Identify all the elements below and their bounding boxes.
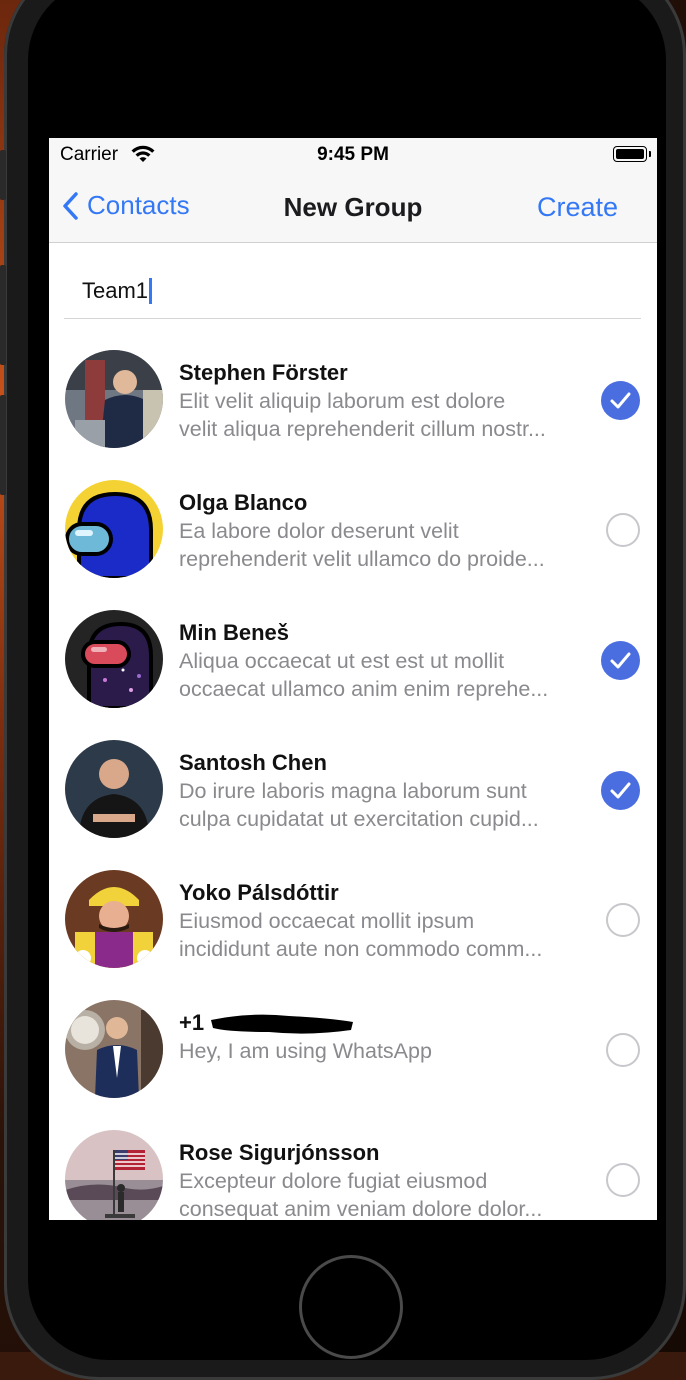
status-line-1: Excepteur dolore fugiat eiusmod xyxy=(179,1169,488,1193)
mute-switch xyxy=(0,150,6,200)
volume-up-button xyxy=(0,265,6,365)
contact-name: Rose Sigurjónsson xyxy=(179,1140,380,1165)
group-name-input[interactable]: Team1 xyxy=(82,278,153,304)
selected-checkbox[interactable] xyxy=(601,771,640,810)
contact-status: Excepteur dolore fugiat eiusmod consequa… xyxy=(179,1167,594,1220)
contact-name: Santosh Chen xyxy=(179,750,327,775)
avatar xyxy=(65,1130,163,1220)
status-line-2: consequat anim veniam dolore dolor... xyxy=(179,1197,543,1220)
battery-icon xyxy=(613,146,647,162)
contact-name: +1 xyxy=(179,1010,205,1035)
status-line-1: Hey, I am using WhatsApp xyxy=(179,1039,432,1063)
selected-checkbox[interactable] xyxy=(601,381,640,420)
avatar xyxy=(65,350,163,448)
selected-checkbox[interactable] xyxy=(601,641,640,680)
unselected-checkbox[interactable] xyxy=(606,1163,640,1197)
checkmark-icon xyxy=(610,392,631,409)
status-line-1: Elit velit aliquip laborum est dolore xyxy=(179,389,506,413)
battery-tip xyxy=(649,151,651,157)
status-line-2: incididunt aute non commodo comm... xyxy=(179,937,543,961)
group-name-field[interactable]: Team1 xyxy=(64,243,641,319)
unselected-checkbox[interactable] xyxy=(606,903,640,937)
redaction-scribble xyxy=(211,1014,353,1034)
checkmark-icon xyxy=(610,652,631,669)
contact-name: Stephen Förster xyxy=(179,360,348,385)
text-cursor xyxy=(149,278,153,304)
status-line-1: Aliqua occaecat ut est est ut mollit xyxy=(179,649,505,673)
contact-status: Hey, I am using WhatsApp xyxy=(179,1037,594,1065)
status-line-2: reprehenderit velit ullamco do proide... xyxy=(179,547,545,571)
contact-row[interactable]: Rose Sigurjónsson Excepteur dolore fugia… xyxy=(49,1098,657,1220)
status-line-2: velit aliqua reprehenderit cillum nostr.… xyxy=(179,417,546,441)
status-time: 9:45 PM xyxy=(317,144,389,165)
contact-row[interactable]: Min Beneš Aliqua occaecat ut est est ut … xyxy=(49,578,657,708)
contact-status: Elit velit aliquip laborum est dolore ve… xyxy=(179,387,594,443)
avatar xyxy=(65,1000,163,1098)
contact-row[interactable]: Santosh Chen Do irure laboris magna labo… xyxy=(49,708,657,838)
contact-status: Do irure laboris magna laborum sunt culp… xyxy=(179,777,594,833)
contact-name: Yoko Pálsdóttir xyxy=(179,880,339,905)
create-button[interactable]: Create xyxy=(537,192,618,223)
checkmark-icon xyxy=(610,782,631,799)
contact-row[interactable]: Olga Blanco Ea labore dolor deserunt vel… xyxy=(49,448,657,578)
app-screen: Carrier 9:45 PM Contacts New Group Creat… xyxy=(49,138,657,1220)
contact-status: Aliqua occaecat ut est est ut mollit occ… xyxy=(179,647,594,703)
contact-row[interactable]: +1 Hey, I am using WhatsApp xyxy=(49,968,657,1098)
status-line-1: Do irure laboris magna laborum sunt xyxy=(179,779,527,803)
contact-status: Ea labore dolor deserunt velit reprehend… xyxy=(179,517,594,573)
avatar xyxy=(65,740,163,838)
contact-name: Min Beneš xyxy=(179,620,290,645)
contact-row[interactable]: Stephen Förster Elit velit aliquip labor… xyxy=(49,318,657,448)
status-line-1: Ea labore dolor deserunt velit xyxy=(179,519,459,543)
status-line-2: occaecat ullamco anim enim reprehe... xyxy=(179,677,549,701)
status-line-1: Eiusmod occaecat mollit ipsum xyxy=(179,909,475,933)
contact-name: Olga Blanco xyxy=(179,490,308,515)
unselected-checkbox[interactable] xyxy=(606,1033,640,1067)
contact-row[interactable]: Yoko Pálsdóttir Eiusmod occaecat mollit … xyxy=(49,838,657,968)
navigation-bar: Contacts New Group Create xyxy=(49,172,657,243)
volume-down-button xyxy=(0,395,6,495)
contact-status: Eiusmod occaecat mollit ipsum incididunt… xyxy=(179,907,594,963)
status-line-2: culpa cupidatat ut exercitation cupid... xyxy=(179,807,539,831)
avatar xyxy=(65,480,163,578)
avatar xyxy=(65,870,163,968)
unselected-checkbox[interactable] xyxy=(606,513,640,547)
home-button[interactable] xyxy=(299,1255,403,1359)
status-bar: Carrier 9:45 PM xyxy=(49,138,657,172)
group-name-value: Team1 xyxy=(82,278,149,303)
avatar xyxy=(65,610,163,708)
